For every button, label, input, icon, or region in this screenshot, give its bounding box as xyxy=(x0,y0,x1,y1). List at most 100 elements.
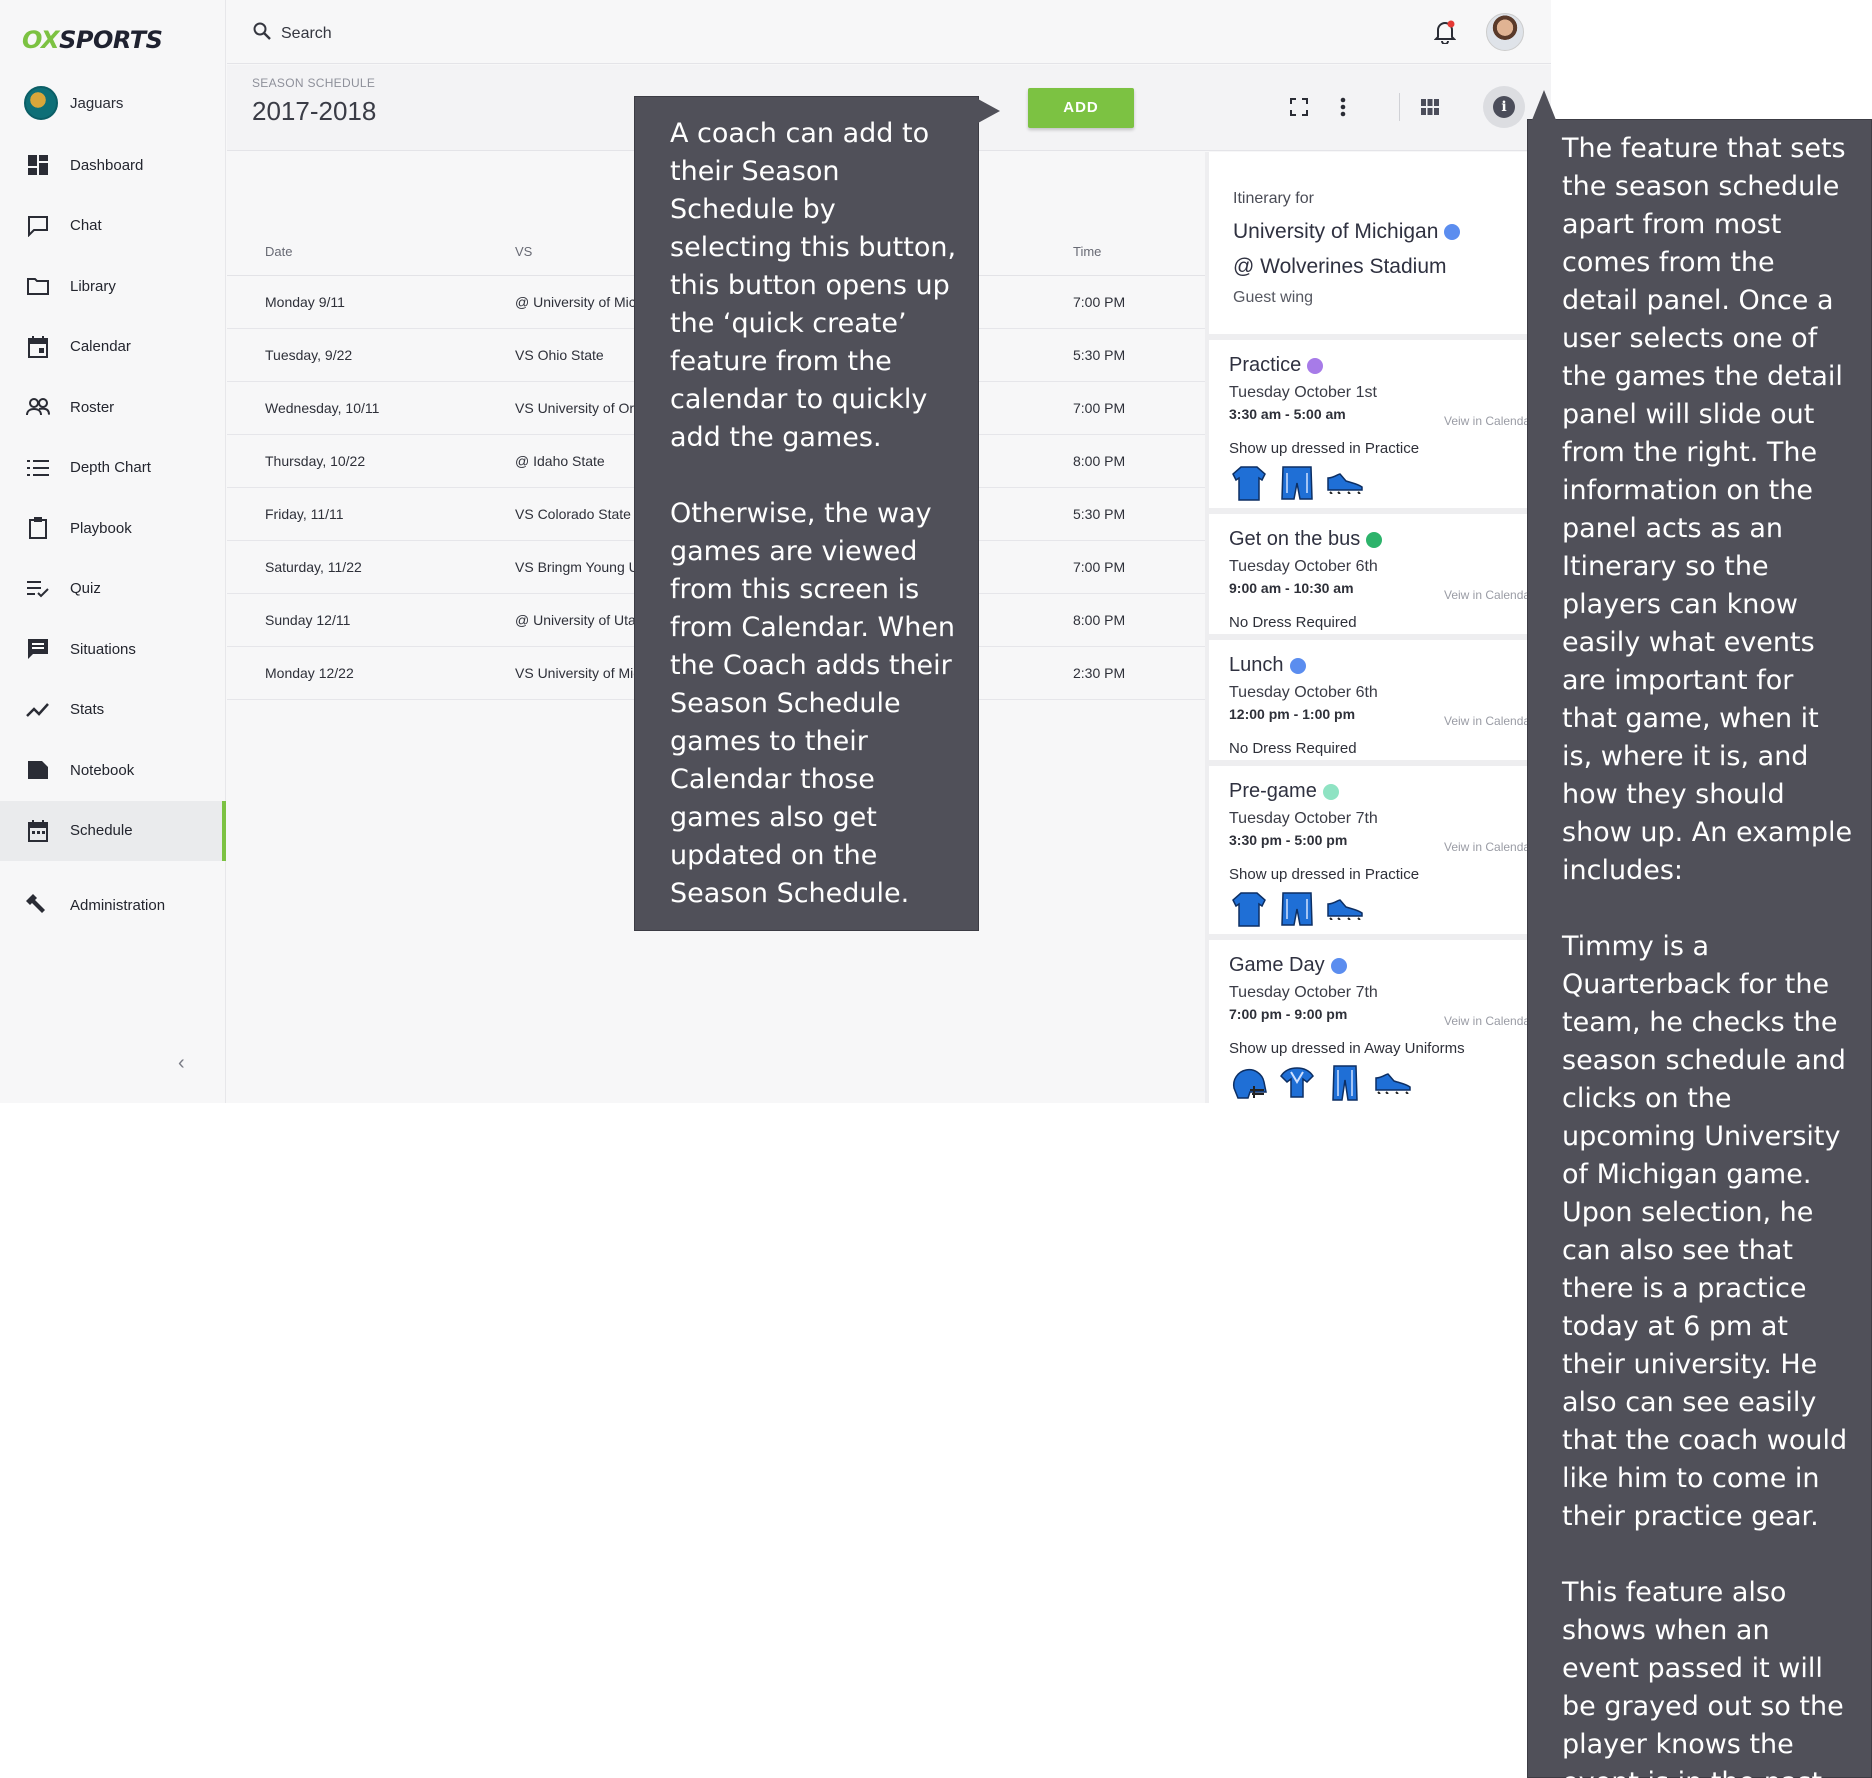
info-icon: i xyxy=(1493,96,1515,118)
folder-icon xyxy=(26,274,50,298)
view-in-calendar-link[interactable]: Veiw in Calendar xyxy=(1444,588,1534,602)
itinerary-label: Itinerary for xyxy=(1233,190,1314,207)
sidebar-item-depth-chart[interactable]: Depth Chart xyxy=(0,438,226,499)
cell-date: Saturday, 11/22 xyxy=(265,559,362,575)
column-header-vs[interactable]: VS xyxy=(515,244,532,259)
event-card[interactable]: Get on the bus Tuesday October 6th 9:00 am… xyxy=(1209,514,1551,634)
cell-time: 8:00 PM xyxy=(1073,453,1126,469)
sidebar-item-label: Situations xyxy=(70,640,136,658)
sidebar-item-label: Playbook xyxy=(70,519,132,537)
list-icon xyxy=(26,456,50,480)
sidebar-item-label: Chat xyxy=(70,217,102,235)
event-dress-code: Show up dressed in Practice xyxy=(1229,440,1420,457)
shorts-icon xyxy=(1277,889,1317,929)
shorts-icon xyxy=(1277,463,1317,503)
cell-date: Wednesday, 10/11 xyxy=(265,400,380,416)
opponent-name: University of Michigan xyxy=(1233,220,1439,243)
sidebar-item-administration[interactable]: Administration xyxy=(0,875,226,936)
event-title: Pre-game xyxy=(1229,780,1317,802)
team-selector[interactable]: Jaguars xyxy=(24,86,123,120)
search-placeholder: Search xyxy=(281,24,332,42)
add-button[interactable]: ADD xyxy=(1028,88,1134,128)
view-in-calendar-link[interactable]: Veiw in Calendar xyxy=(1444,414,1534,428)
sidebar-item-notebook[interactable]: Notebook xyxy=(0,740,226,801)
event-time: 9:00 am - 10:30 am xyxy=(1229,580,1354,596)
itinerary-card: Itinerary for University of Michigan @ W… xyxy=(1209,152,1551,334)
event-card[interactable]: Practice Tuesday October 1st 3:30 am - 5:0… xyxy=(1209,340,1551,508)
cell-time: 8:00 PM xyxy=(1073,612,1126,628)
oxsports-logo[interactable]: OXSPORTS xyxy=(22,26,163,54)
chat-icon xyxy=(26,214,50,238)
grid-view-icon[interactable] xyxy=(1418,95,1442,119)
event-time: 7:00 pm - 9:00 pm xyxy=(1229,1006,1348,1022)
people-icon xyxy=(26,395,50,419)
event-name: Practice xyxy=(1229,354,1324,377)
event-date: Tuesday October 6th xyxy=(1229,684,1378,701)
sidebar-item-chat[interactable]: Chat xyxy=(0,196,226,257)
sidebar-item-label: Notebook xyxy=(70,761,135,779)
team-name: Jaguars xyxy=(70,94,124,112)
event-gear xyxy=(1229,463,1365,503)
helmet-icon xyxy=(1229,1063,1269,1103)
sidebar-item-dashboard[interactable]: Dashboard xyxy=(0,135,226,196)
detail-panel: Itinerary for University of Michigan @ W… xyxy=(1205,152,1551,1103)
event-dress-code: No Dress Required xyxy=(1229,614,1357,631)
event-name: Get on the bus xyxy=(1229,528,1383,551)
collapse-sidebar-icon[interactable]: ‹ xyxy=(178,1052,185,1075)
fullscreen-icon[interactable] xyxy=(1287,95,1311,119)
sidebar-item-playbook[interactable]: Playbook xyxy=(0,498,226,559)
view-in-calendar-link[interactable]: Veiw in Calendar xyxy=(1444,840,1534,854)
sidebar-item-label: Library xyxy=(70,277,116,295)
column-header-date[interactable]: Date xyxy=(265,244,292,259)
event-card[interactable]: Lunch Tuesday October 6th 12:00 pm - 1:00 … xyxy=(1209,640,1551,760)
sidebar-item-quiz[interactable]: Quiz xyxy=(0,559,226,620)
user-avatar[interactable] xyxy=(1486,13,1524,51)
trend-icon xyxy=(26,698,50,722)
cell-date: Monday 12/22 xyxy=(265,665,354,681)
message-list-icon xyxy=(26,637,50,661)
cell-opponent: @ University of Utah xyxy=(515,612,644,628)
info-button[interactable]: i xyxy=(1483,86,1525,128)
team-avatar xyxy=(24,86,58,120)
event-gear xyxy=(1229,889,1365,929)
event-date: Tuesday October 6th xyxy=(1229,558,1378,575)
checklist-icon xyxy=(26,577,50,601)
cell-opponent: VS Ohio State xyxy=(515,347,604,363)
event-dress-code: No Dress Required xyxy=(1229,740,1357,757)
cleat-icon xyxy=(1325,889,1365,929)
view-in-calendar-link[interactable]: Veiw in Calendar xyxy=(1444,1014,1534,1028)
sidebar-item-situations[interactable]: Situations xyxy=(0,619,226,680)
sidebar-item-library[interactable]: Library xyxy=(0,256,226,317)
topbar: Search xyxy=(227,0,1551,64)
notification-bell-icon[interactable] xyxy=(1433,20,1457,49)
page-kicker: SEASON SCHEDULE xyxy=(252,76,376,90)
add-button-annotation: A coach can add to their Season Schedule… xyxy=(634,96,1000,931)
cell-time: 2:30 PM xyxy=(1073,665,1126,681)
jersey-icon xyxy=(1229,889,1269,929)
cell-time: 5:30 PM xyxy=(1073,347,1126,363)
column-header-time[interactable]: Time xyxy=(1073,244,1101,259)
sidebar-item-roster[interactable]: Roster xyxy=(0,377,226,438)
cell-date: Thursday, 10/22 xyxy=(265,453,366,469)
status-dot xyxy=(1444,224,1461,240)
itinerary-opponent: University of Michigan xyxy=(1233,220,1461,244)
event-card[interactable]: Game Day Tuesday October 7th 7:00 pm - 9:0… xyxy=(1209,940,1551,1103)
view-in-calendar-link[interactable]: Veiw in Calendar xyxy=(1444,714,1534,728)
sidebar-nav: Dashboard Chat Library Calendar Roster D… xyxy=(0,135,226,936)
event-time: 12:00 pm - 1:00 pm xyxy=(1229,706,1356,722)
detail-panel-annotation: The feature that sets the season schedul… xyxy=(1527,90,1872,1778)
sidebar-item-calendar[interactable]: Calendar xyxy=(0,317,226,378)
sidebar-item-label: Calendar xyxy=(70,338,131,356)
event-date: Tuesday October 7th xyxy=(1229,810,1378,827)
event-dress-code: Show up dressed in Practice xyxy=(1229,866,1420,883)
event-date: Tuesday October 7th xyxy=(1229,984,1378,1001)
itinerary-location-note: Guest wing xyxy=(1233,289,1314,306)
sidebar-item-stats[interactable]: Stats xyxy=(0,680,226,741)
event-title: Lunch xyxy=(1229,654,1284,676)
event-title: Get on the bus xyxy=(1229,528,1361,550)
search-input[interactable]: Search xyxy=(253,22,332,45)
event-card[interactable]: Pre-game Tuesday October 7th 3:30 pm - 5:0… xyxy=(1209,766,1551,934)
more-vert-icon[interactable] xyxy=(1331,95,1355,119)
sidebar-item-schedule[interactable]: Schedule xyxy=(0,800,226,861)
event-time: 3:30 am - 5:00 am xyxy=(1229,406,1346,422)
